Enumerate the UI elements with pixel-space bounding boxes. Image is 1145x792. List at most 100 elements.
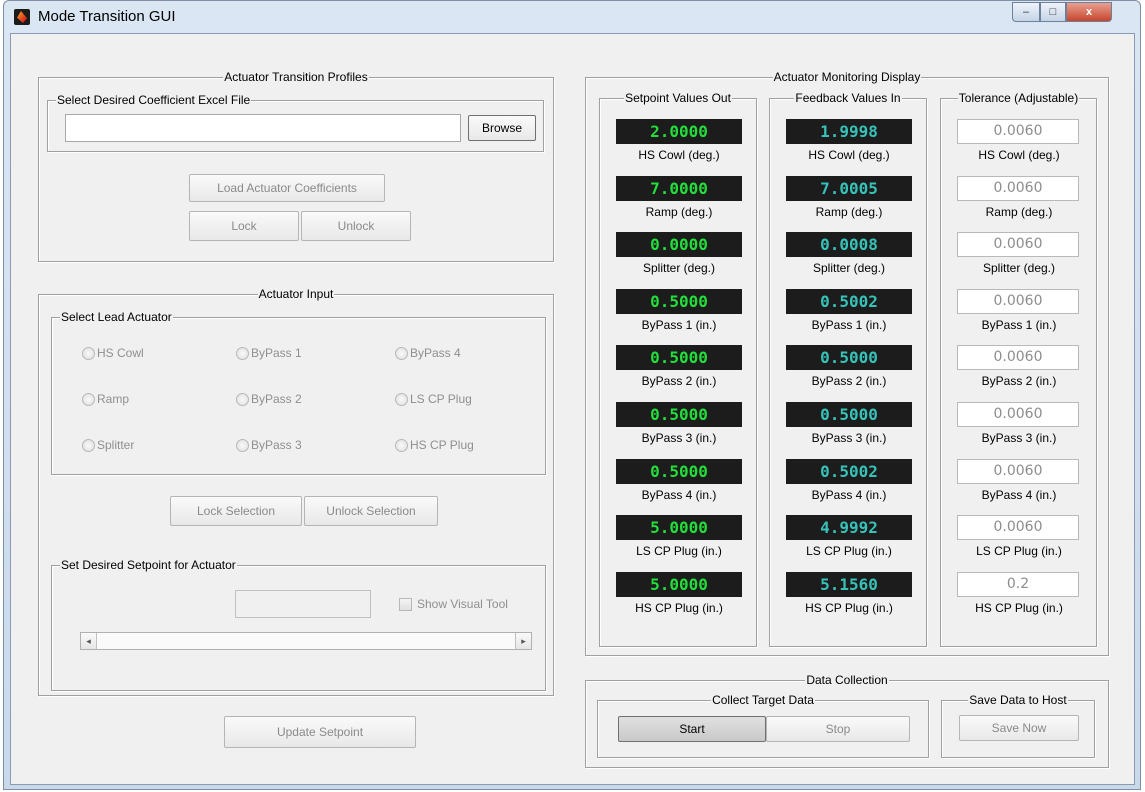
radio-circle-icon bbox=[395, 392, 408, 406]
tolerance-input-bypass-2-in[interactable]: 0.0060 bbox=[957, 345, 1079, 371]
radio-ramp[interactable]: Ramp bbox=[82, 392, 129, 406]
collect-target-data-title: Collect Target Data bbox=[711, 693, 815, 707]
lead-actuator-group: Select Lead Actuator HS Cowl ByPass 1 By… bbox=[51, 310, 546, 475]
radio-circle-icon bbox=[82, 346, 95, 360]
setpoint-label-splitter-deg: Splitter (deg.) bbox=[642, 261, 716, 276]
start-button[interactable]: Start bbox=[618, 716, 766, 742]
load-actuator-coefficients-button[interactable]: Load Actuator Coefficients bbox=[189, 174, 385, 202]
save-data-to-host-title: Save Data to Host bbox=[968, 693, 1068, 707]
update-setpoint-button[interactable]: Update Setpoint bbox=[224, 716, 416, 748]
feedback-label-bypass-2-in: ByPass 2 (in.) bbox=[811, 374, 887, 389]
setpoint-label-bypass-1-in: ByPass 1 (in.) bbox=[641, 317, 717, 332]
feedback-label-ramp-deg: Ramp (deg.) bbox=[815, 204, 883, 219]
tolerance-label-ls-cp-plug-in: LS CP Plug (in.) bbox=[976, 544, 1062, 559]
tolerance-title: Tolerance (Adjustable) bbox=[957, 91, 1080, 105]
setpoint-label-hs-cp-plug-in: HS CP Plug (in.) bbox=[635, 600, 723, 615]
setpoint-value-splitter-deg: 0.0000 bbox=[616, 232, 742, 258]
feedback-value-hs-cowl-deg: 1.9998 bbox=[786, 119, 912, 144]
application-window: Mode Transition GUI – □ x Actuator Trans… bbox=[3, 0, 1141, 790]
setpoint-label-bypass-3-in: ByPass 3 (in.) bbox=[641, 431, 717, 445]
radio-hs-cowl[interactable]: HS Cowl bbox=[82, 346, 144, 360]
setpoint-value-bypass-4-in: 0.5000 bbox=[616, 458, 742, 484]
actuator-monitoring-title: Actuator Monitoring Display bbox=[772, 70, 922, 84]
radio-circle-icon bbox=[236, 346, 249, 360]
feedback-value-bypass-1-in: 0.5002 bbox=[786, 288, 912, 314]
window-title: Mode Transition GUI bbox=[38, 8, 176, 25]
setpoint-input[interactable] bbox=[235, 590, 371, 618]
slider-right-arrow-icon[interactable]: ▸ bbox=[515, 633, 531, 649]
actuator-transition-profiles-panel: Actuator Transition Profiles Select Desi… bbox=[38, 70, 554, 262]
tolerance-label-bypass-1-in: ByPass 1 (in.) bbox=[981, 317, 1057, 332]
setpoint-values-title: Setpoint Values Out bbox=[624, 91, 732, 105]
radio-circle-icon bbox=[82, 392, 95, 406]
minimize-button[interactable]: – bbox=[1012, 2, 1040, 22]
feedback-value-hs-cp-plug-in: 5.1560 bbox=[786, 571, 912, 597]
feedback-value-ls-cp-plug-in: 4.9992 bbox=[786, 515, 912, 541]
setpoint-value-bypass-1-in: 0.5000 bbox=[616, 288, 742, 314]
setpoint-value-ramp-deg: 7.0000 bbox=[616, 175, 742, 201]
data-collection-panel: Data Collection Collect Target Data Star… bbox=[585, 673, 1109, 768]
title-bar[interactable]: Mode Transition GUI – □ x bbox=[4, 1, 1140, 33]
feedback-label-bypass-1-in: ByPass 1 (in.) bbox=[811, 317, 887, 332]
lock-selection-button[interactable]: Lock Selection bbox=[170, 496, 302, 526]
feedback-value-bypass-2-in: 0.5000 bbox=[786, 345, 912, 371]
radio-circle-icon bbox=[395, 346, 408, 360]
checkbox-box-icon bbox=[399, 597, 412, 611]
setpoint-group: Set Desired Setpoint for Actuator Show V… bbox=[51, 558, 546, 691]
coefficient-file-group: Select Desired Coefficient Excel File Br… bbox=[47, 93, 544, 152]
radio-hs-cp-plug[interactable]: HS CP Plug bbox=[395, 438, 474, 452]
feedback-values-column: Feedback Values In 1.9998 HS Cowl (deg.) 7… bbox=[769, 91, 927, 647]
tolerance-label-hs-cp-plug-in: HS CP Plug (in.) bbox=[975, 600, 1063, 615]
actuator-monitoring-panel: Actuator Monitoring Display Setpoint Val… bbox=[585, 70, 1109, 656]
tolerance-input-bypass-1-in[interactable]: 0.0060 bbox=[957, 288, 1079, 314]
tolerance-input-hs-cowl-deg[interactable]: 0.0060 bbox=[957, 119, 1079, 144]
feedback-values-title: Feedback Values In bbox=[794, 91, 902, 105]
coefficient-file-group-title: Select Desired Coefficient Excel File bbox=[56, 93, 252, 107]
setpoint-value-bypass-3-in: 0.5000 bbox=[616, 402, 742, 427]
lock-button[interactable]: Lock bbox=[189, 211, 299, 241]
radio-bypass-3[interactable]: ByPass 3 bbox=[236, 438, 302, 452]
save-data-to-host-group: Save Data to Host Save Now bbox=[941, 693, 1095, 758]
save-now-button[interactable]: Save Now bbox=[959, 715, 1079, 741]
radio-bypass-4[interactable]: ByPass 4 bbox=[395, 346, 461, 360]
actuator-transition-profiles-title: Actuator Transition Profiles bbox=[223, 70, 369, 84]
tolerance-input-ls-cp-plug-in[interactable]: 0.0060 bbox=[957, 515, 1079, 541]
maximize-button[interactable]: □ bbox=[1040, 2, 1066, 22]
radio-splitter[interactable]: Splitter bbox=[82, 438, 134, 452]
collect-target-data-group: Collect Target Data Start Stop bbox=[597, 693, 929, 758]
stop-button[interactable]: Stop bbox=[766, 716, 910, 742]
setpoint-label-bypass-4-in: ByPass 4 (in.) bbox=[641, 487, 717, 502]
setpoint-label-bypass-2-in: ByPass 2 (in.) bbox=[641, 374, 717, 389]
actuator-input-panel: Actuator Input Select Lead Actuator HS C… bbox=[38, 287, 554, 696]
setpoint-label-ls-cp-plug-in: LS CP Plug (in.) bbox=[636, 544, 722, 559]
unlock-button[interactable]: Unlock bbox=[301, 211, 411, 241]
radio-circle-icon bbox=[82, 438, 95, 452]
radio-circle-icon bbox=[236, 392, 249, 406]
radio-bypass-2[interactable]: ByPass 2 bbox=[236, 392, 302, 406]
setpoint-value-ls-cp-plug-in: 5.0000 bbox=[616, 515, 742, 541]
tolerance-label-bypass-3-in: ByPass 3 (in.) bbox=[981, 431, 1057, 445]
setpoint-values-column: Setpoint Values Out 2.0000 HS Cowl (deg.)… bbox=[599, 91, 757, 647]
tolerance-input-bypass-4-in[interactable]: 0.0060 bbox=[957, 458, 1079, 484]
setpoint-slider[interactable]: ◂ ▸ bbox=[80, 632, 532, 650]
feedback-label-hs-cp-plug-in: HS CP Plug (in.) bbox=[805, 600, 893, 615]
tolerance-input-bypass-3-in[interactable]: 0.0060 bbox=[957, 402, 1079, 427]
browse-button[interactable]: Browse bbox=[468, 115, 536, 141]
tolerance-label-splitter-deg: Splitter (deg.) bbox=[982, 261, 1056, 276]
radio-ls-cp-plug[interactable]: LS CP Plug bbox=[395, 392, 472, 406]
slider-left-arrow-icon[interactable]: ◂ bbox=[81, 633, 97, 649]
lead-actuator-group-title: Select Lead Actuator bbox=[60, 310, 173, 324]
feedback-value-splitter-deg: 0.0008 bbox=[786, 232, 912, 258]
close-button[interactable]: x bbox=[1066, 2, 1112, 22]
file-path-input[interactable] bbox=[65, 114, 461, 142]
tolerance-label-bypass-4-in: ByPass 4 (in.) bbox=[981, 487, 1057, 502]
tolerance-input-hs-cp-plug-in[interactable]: 0.2 bbox=[957, 571, 1079, 597]
tolerance-input-ramp-deg[interactable]: 0.0060 bbox=[957, 175, 1079, 201]
radio-bypass-1[interactable]: ByPass 1 bbox=[236, 346, 302, 360]
feedback-label-ls-cp-plug-in: LS CP Plug (in.) bbox=[806, 544, 892, 559]
show-visual-tool-checkbox[interactable]: Show Visual Tool bbox=[399, 597, 508, 611]
tolerance-input-splitter-deg[interactable]: 0.0060 bbox=[957, 232, 1079, 258]
unlock-selection-button[interactable]: Unlock Selection bbox=[304, 496, 438, 526]
setpoint-value-hs-cp-plug-in: 5.0000 bbox=[616, 571, 742, 597]
setpoint-group-title: Set Desired Setpoint for Actuator bbox=[60, 558, 237, 572]
